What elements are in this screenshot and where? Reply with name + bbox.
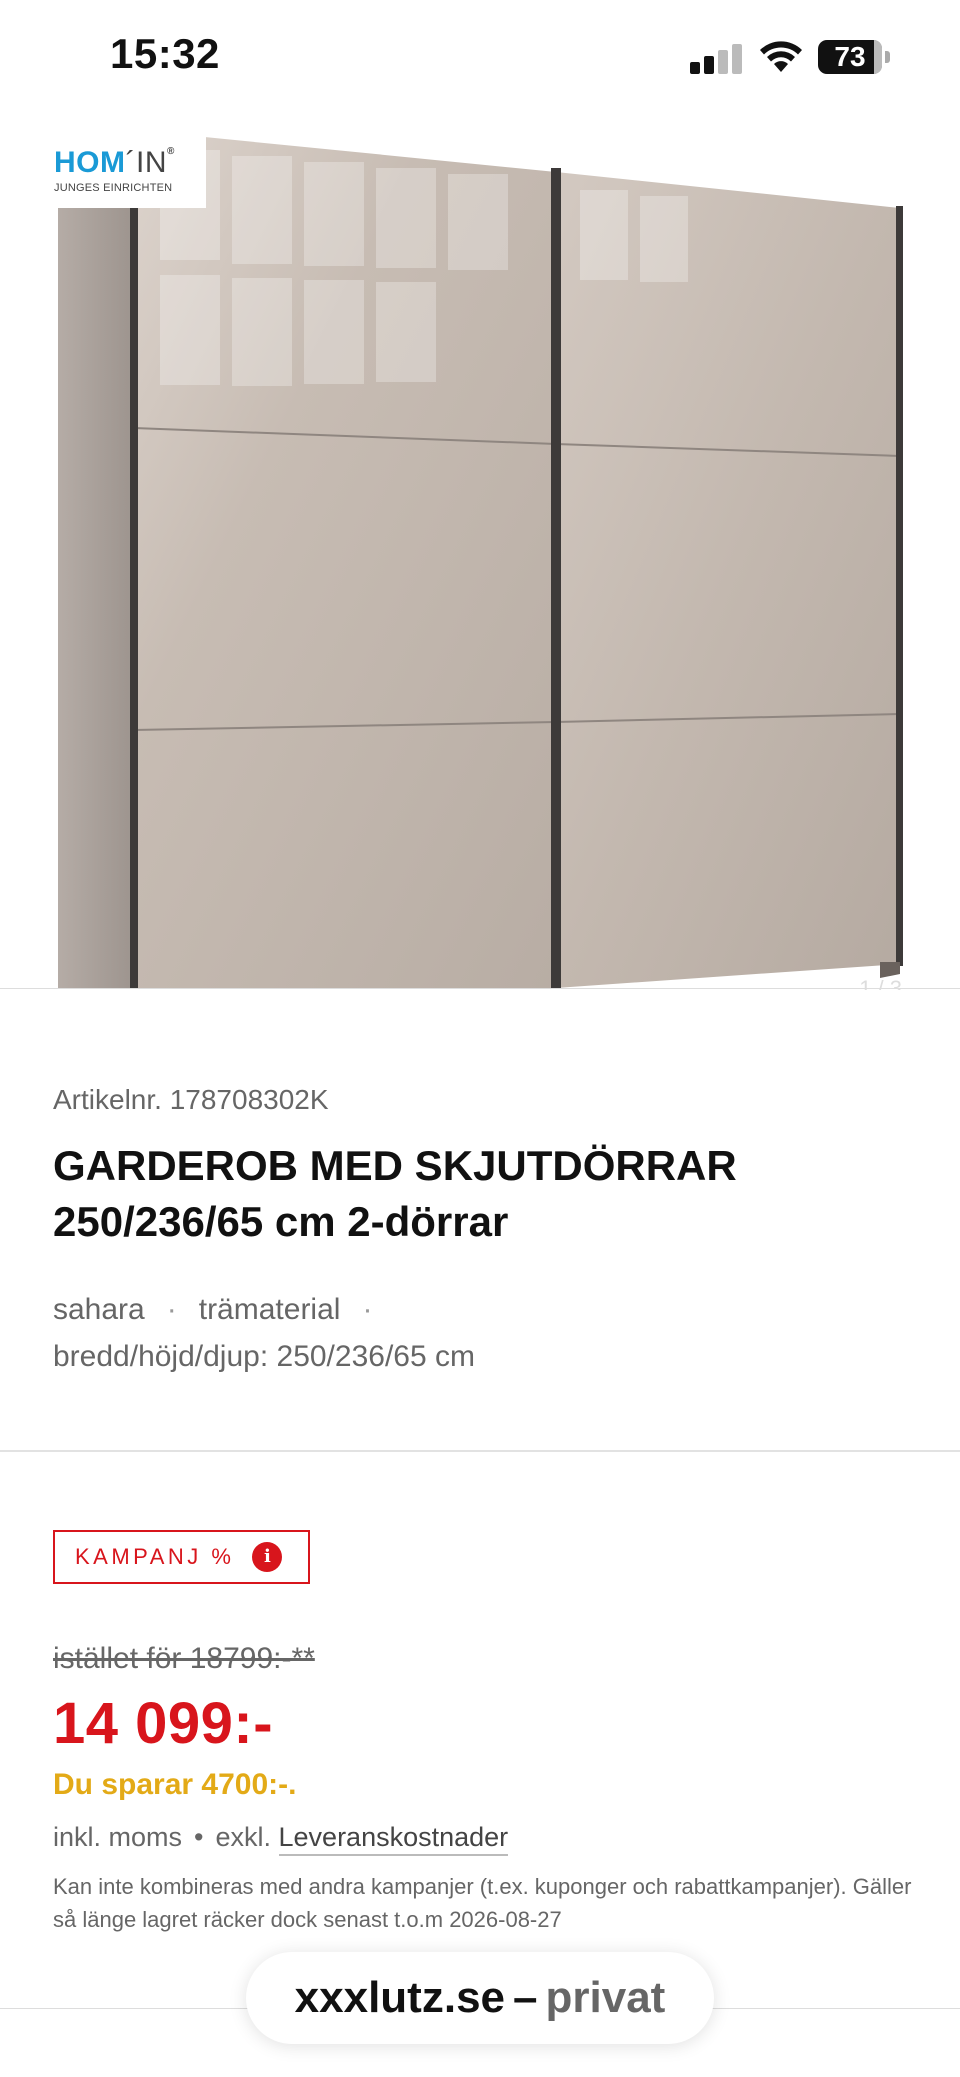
vat-line: inkl. moms • exkl. Leveranskostnader (53, 1822, 509, 1856)
address-bar[interactable]: xxxlutz.se – privat (246, 1952, 714, 2044)
status-time: 15:32 (110, 30, 220, 77)
current-price: 14 099:- (53, 1691, 274, 1756)
saving-text: Du sparar 4700:-. (53, 1768, 297, 1801)
campaign-badge[interactable]: KAMPANJ % i (53, 1530, 310, 1584)
section-divider (0, 1450, 960, 1452)
attribute-material: trämaterial (198, 1293, 341, 1326)
image-divider (0, 988, 960, 989)
delivery-costs-link[interactable]: Leveranskostnader (278, 1822, 509, 1856)
product-image[interactable]: HOM´IN® JUNGES EINRICHTEN 1 / 3 (0, 110, 960, 990)
attribute-color: sahara (53, 1293, 145, 1326)
brand-logo: HOM´IN® JUNGES EINRICHTEN (50, 122, 206, 208)
private-mode-label: privat (545, 1973, 666, 2022)
old-price: istället för 18799:-** (53, 1642, 315, 1675)
product-attributes: sahara · trämaterial · bredd/höjd/djup: 250… (53, 1286, 913, 1380)
product-title: GARDEROB MED SKJUTDÖRRAR 250/236/65 cm 2… (53, 1138, 913, 1250)
status-bar: 15:32 73 (0, 0, 960, 110)
vat-excluded: exkl. (215, 1822, 271, 1852)
product-title-bold: GARDEROB (53, 1142, 299, 1189)
vat-included: inkl. moms (53, 1822, 183, 1852)
address-domain: xxxlutz.se (294, 1973, 506, 2022)
image-counter: 1 / 3 (859, 976, 902, 990)
attribute-row: sahara · trämaterial · (53, 1293, 373, 1326)
article-number: Artikelnr. 178708302K (53, 1084, 329, 1115)
battery-icon: 73 (818, 40, 890, 74)
battery-level: 73 (834, 41, 866, 72)
campaign-label: KAMPANJ % (75, 1544, 235, 1569)
signal-icon (690, 44, 742, 74)
wifi-icon (760, 41, 802, 72)
address-separator: – (513, 1973, 538, 2022)
attribute-dimensions: bredd/höjd/djup: 250/236/65 cm (53, 1340, 475, 1373)
info-icon[interactable]: i (252, 1542, 283, 1572)
wardrobe-illustration (58, 130, 903, 988)
campaign-terms: Kan inte kombineras med andra kampanjer … (53, 1874, 912, 1932)
